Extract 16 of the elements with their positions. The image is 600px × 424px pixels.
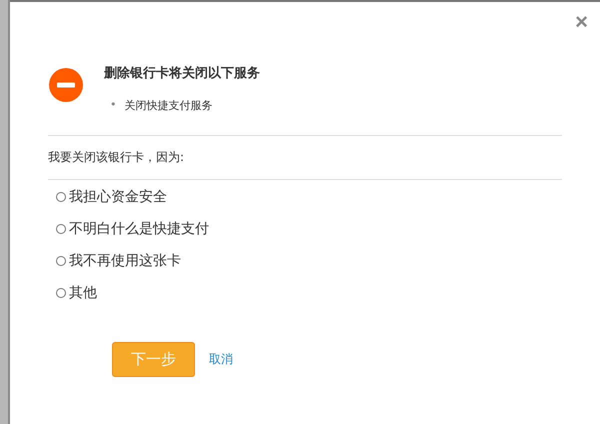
next-button[interactable]: 下一步: [112, 342, 195, 377]
bullet: •: [110, 98, 116, 113]
radio-label: 我不再使用这张卡: [69, 252, 181, 270]
remove-icon: [48, 67, 84, 103]
radio-button[interactable]: [56, 288, 66, 298]
radio-button[interactable]: [56, 256, 66, 266]
dialog-title: 删除银行卡将关闭以下服务: [104, 64, 260, 82]
radio-button[interactable]: [56, 192, 66, 202]
radio-label: 我担心资金安全: [69, 188, 167, 206]
radio-button[interactable]: [56, 224, 66, 234]
radio-label: 其他: [69, 284, 97, 302]
radio-label: 不明白什么是快捷支付: [69, 220, 209, 238]
service-item: 关闭快捷支付服务: [124, 98, 212, 113]
reason-prompt: 我要关闭该银行卡，因为:: [48, 149, 186, 166]
cancel-link[interactable]: 取消: [209, 351, 233, 368]
close-button[interactable]: ×: [573, 8, 590, 36]
